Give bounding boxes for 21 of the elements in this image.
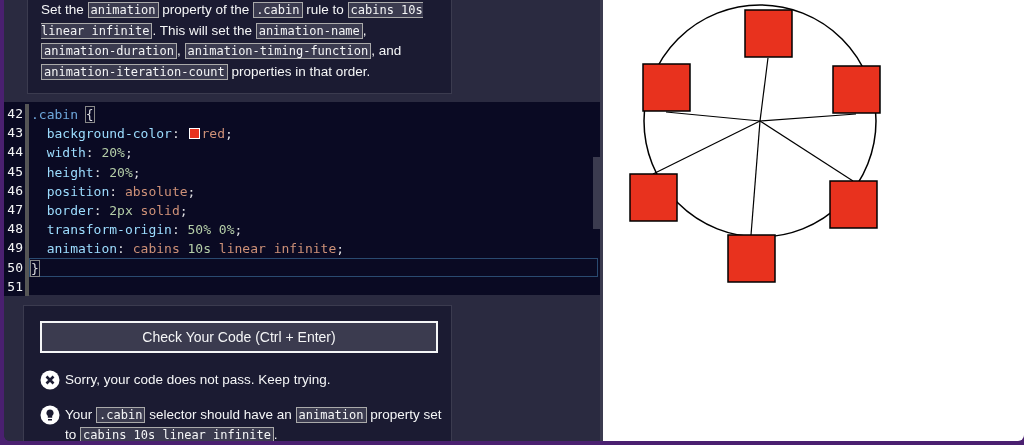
code-line: .cabin { [30, 106, 95, 124]
code-line: transform-origin: 50% 0%; [45, 221, 244, 239]
instructions-text: Set the animation property of the .cabin rule to cabins 10s linear infinite . This will set the animation-name , animation-duration , animation-timing-function , and animation-iteration-count properties in that order. [41, 1, 424, 82]
scrollbar[interactable] [593, 157, 600, 229]
code-line: width: 20%; [45, 144, 134, 162]
code-line: animation: cabins 10s linear infinite; [45, 240, 346, 258]
code-line: height: 20%; [45, 163, 142, 181]
lightbulb-icon [40, 405, 60, 425]
code-line: background-color: red; [45, 125, 234, 143]
line-number: 49 [4, 238, 29, 258]
code-line: position: absolute; [45, 182, 197, 200]
line-number: 44 [4, 142, 29, 162]
line-number: 43 [4, 123, 29, 143]
close-circle-icon [40, 370, 60, 390]
color-swatch-icon[interactable] [188, 128, 200, 140]
code-line: border: 2px solid; [45, 201, 189, 220]
feedback-message: Your .cabin selector should have an animation property set to cabins 10s linear infinite . [65, 406, 443, 441]
feedback-message: Sorry, your code does not pass. Keep trying. [65, 371, 331, 389]
line-number: 42 [4, 104, 29, 124]
check-code-button[interactable]: Check Your Code (Ctrl + Enter) [40, 321, 438, 353]
line-number: 48 [4, 219, 29, 239]
